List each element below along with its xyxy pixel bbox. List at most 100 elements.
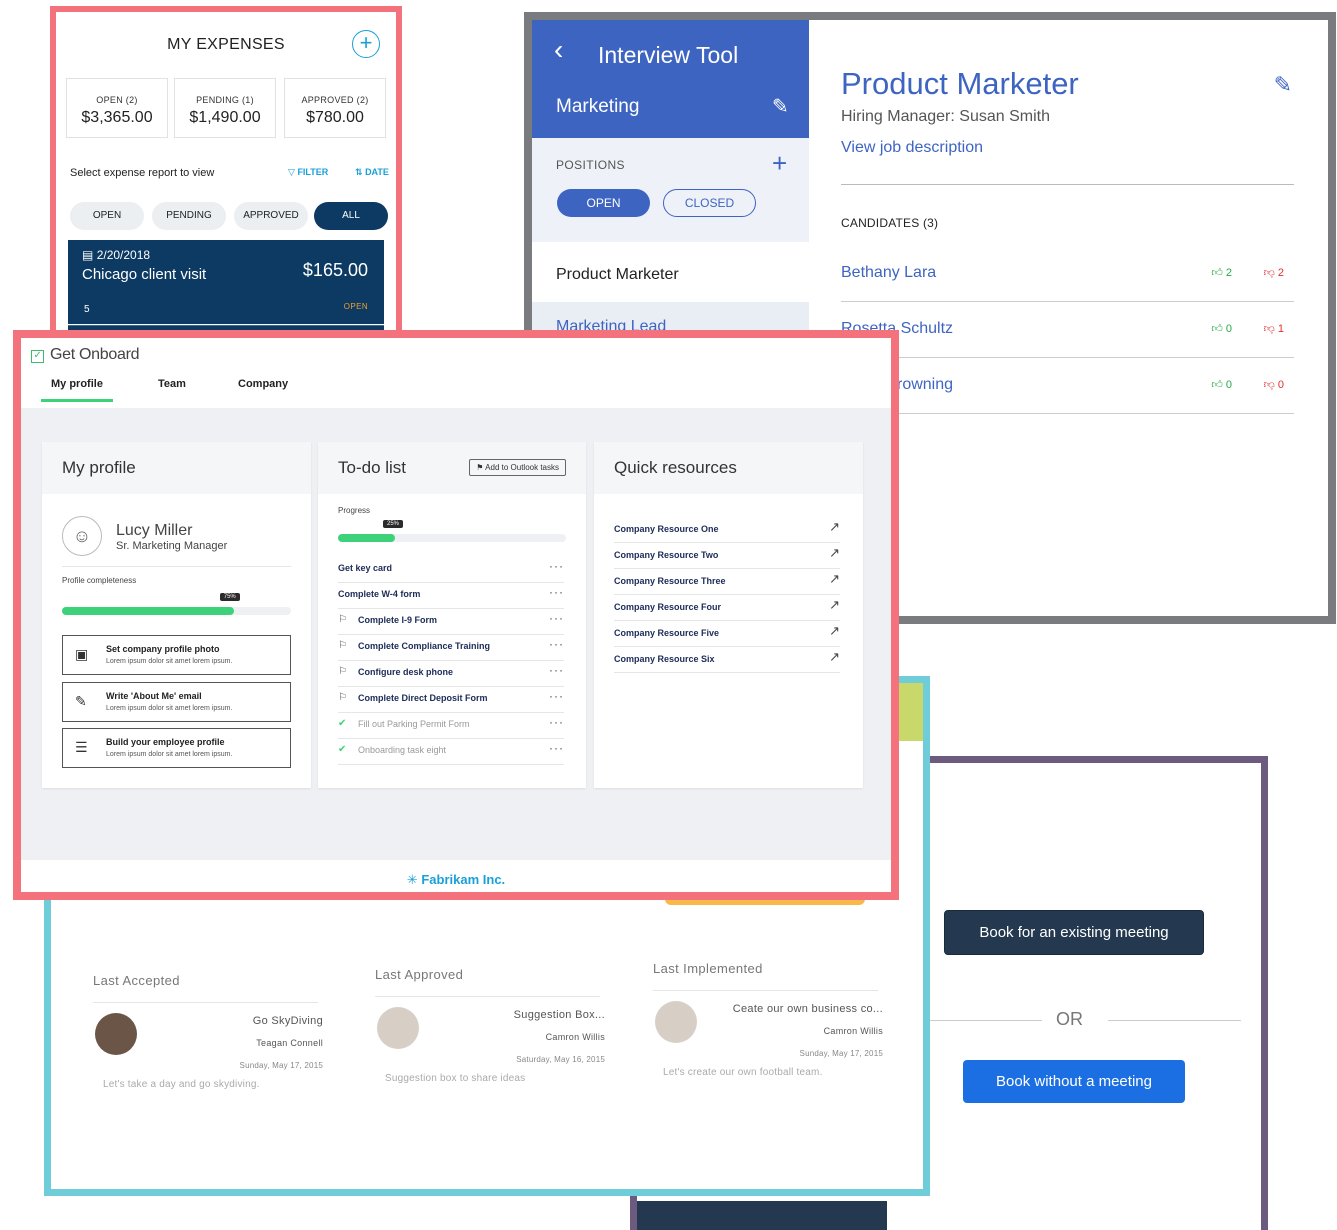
summary-value: $780.00 bbox=[306, 109, 364, 126]
filter-button[interactable]: ▽ FILTER bbox=[288, 167, 328, 178]
set-photo-action[interactable]: ▣ Set company profile photo Lorem ipsum … bbox=[62, 635, 291, 675]
todo-label: Complete I-9 Form bbox=[358, 615, 438, 625]
more-options-icon[interactable]: ··· bbox=[549, 559, 564, 573]
date-sort-button[interactable]: ⇅ DATE bbox=[355, 167, 389, 178]
last-accepted-column: Last Accepted Go SkyDiving Teagan Connel… bbox=[93, 973, 323, 1103]
completeness-label: Profile completeness bbox=[62, 576, 137, 585]
tab-pending[interactable]: PENDING bbox=[152, 202, 226, 230]
pending-summary[interactable]: PENDING (1) $1,490.00 bbox=[174, 78, 276, 138]
todo-item[interactable]: ⚐ Complete Compliance Training ··· bbox=[338, 634, 564, 661]
tab-all[interactable]: ALL bbox=[314, 202, 388, 230]
todo-item[interactable]: Get key card ··· bbox=[338, 556, 564, 583]
last-approved-column: Last Approved Suggestion Box... Camron W… bbox=[375, 967, 605, 1097]
edit-department-icon[interactable]: ✎ bbox=[772, 94, 789, 119]
tab-approved[interactable]: APPROVED bbox=[234, 202, 308, 230]
summary-value: $3,365.00 bbox=[81, 109, 153, 126]
candidate-row[interactable]: Rosetta Schultz 👍︎ 0 👎︎ 1 bbox=[841, 302, 1294, 358]
resource-link[interactable]: Company Resource Four ↗ bbox=[614, 594, 840, 621]
edit-job-icon[interactable]: ✎ bbox=[1274, 72, 1292, 98]
bottom-illustration bbox=[637, 1201, 887, 1230]
job-item-product-marketer[interactable]: Product Marketer bbox=[532, 242, 809, 302]
up-count: 0 bbox=[1225, 323, 1232, 335]
tab-team[interactable]: Team bbox=[158, 378, 186, 390]
check-circle-icon: ✔ bbox=[338, 718, 347, 729]
candidate-name[interactable]: rowning bbox=[897, 376, 953, 394]
build-profile-action[interactable]: ☰ Build your employee profile Lorem ipsu… bbox=[62, 728, 291, 768]
tab-closed[interactable]: CLOSED bbox=[663, 189, 756, 217]
candidate-row[interactable]: Bethany Lara 👍︎ 2 👎︎ 2 bbox=[841, 246, 1294, 302]
app-logo: ✓ Get Onboard bbox=[31, 346, 140, 364]
book-existing-meeting-button[interactable]: Book for an existing meeting bbox=[944, 910, 1204, 955]
column-heading: Last Implemented bbox=[653, 961, 763, 976]
suggestion-author: Camron Willis bbox=[823, 1026, 883, 1036]
profile-list-icon: ☰ bbox=[75, 739, 88, 755]
suggestion-title[interactable]: Suggestion Box... bbox=[514, 1009, 605, 1021]
todo-item[interactable]: ✔ Onboarding task eight ··· bbox=[338, 738, 564, 765]
tab-company[interactable]: Company bbox=[238, 378, 288, 390]
last-implemented-column: Last Implemented Ceate our own business … bbox=[653, 961, 883, 1091]
more-options-icon[interactable]: ··· bbox=[549, 663, 564, 677]
more-options-icon[interactable]: ··· bbox=[549, 741, 564, 755]
divider bbox=[375, 996, 600, 997]
avatar-icon: ☺ bbox=[62, 516, 102, 556]
todo-item[interactable]: ✔ Fill out Parking Permit Form ··· bbox=[338, 712, 564, 739]
expense-report-row[interactable]: ▤ 2/20/2018 Chicago client visit $165.00… bbox=[68, 240, 384, 324]
app-title: Interview Tool bbox=[598, 42, 739, 68]
more-options-icon[interactable]: ··· bbox=[549, 689, 564, 703]
resource-link[interactable]: Company Resource Three ↗ bbox=[614, 568, 840, 595]
todo-label: Complete Direct Deposit Form bbox=[358, 693, 488, 703]
report-date-text: 2/20/2018 bbox=[96, 248, 151, 262]
todo-item[interactable]: Complete W-4 form ··· bbox=[338, 582, 564, 609]
flag-icon: ⚑ bbox=[476, 463, 484, 472]
resource-link[interactable]: Company Resource Six ↗ bbox=[614, 646, 840, 673]
my-profile-panel: My profile ☺ Lucy Miller Sr. Marketing M… bbox=[42, 442, 311, 788]
divider bbox=[93, 1002, 318, 1003]
resource-link[interactable]: Company Resource Two ↗ bbox=[614, 542, 840, 569]
tab-my-profile[interactable]: My profile bbox=[51, 378, 103, 390]
fabrikam-logo-icon: ✳ bbox=[406, 872, 418, 887]
external-link-icon: ↗ bbox=[829, 519, 840, 534]
write-about-me-action[interactable]: ✎ Write 'About Me' email Lorem ipsum dol… bbox=[62, 682, 291, 722]
flag-icon: ⚐ bbox=[338, 666, 347, 677]
back-icon[interactable]: ‹ bbox=[554, 34, 563, 66]
book-without-meeting-button[interactable]: Book without a meeting bbox=[963, 1060, 1185, 1103]
or-divider-right bbox=[1108, 1020, 1241, 1021]
open-summary[interactable]: OPEN (2) $3,365.00 bbox=[66, 78, 168, 138]
candidate-row[interactable]: rowning 👍︎ 0 👎︎ 0 bbox=[841, 358, 1294, 414]
more-options-icon[interactable]: ··· bbox=[549, 715, 564, 729]
down-count: 0 bbox=[1277, 379, 1284, 391]
todo-item[interactable]: ⚐ Configure desk phone ··· bbox=[338, 660, 564, 687]
more-options-icon[interactable]: ··· bbox=[549, 637, 564, 651]
add-position-icon[interactable]: + bbox=[772, 148, 787, 179]
resource-link[interactable]: Company Resource Five ↗ bbox=[614, 620, 840, 647]
suggestion-title[interactable]: Go SkyDiving bbox=[253, 1015, 323, 1027]
tab-open[interactable]: OPEN bbox=[70, 202, 144, 230]
completeness-fill bbox=[62, 607, 234, 615]
suggestion-description: Let's create our own football team. bbox=[663, 1067, 823, 1078]
flag-icon: ⚐ bbox=[338, 614, 347, 625]
add-expense-button[interactable]: + bbox=[352, 30, 380, 58]
or-label: OR bbox=[1056, 1009, 1083, 1029]
thumbs-down-icon: 👎︎ bbox=[1263, 379, 1275, 391]
approved-summary[interactable]: APPROVED (2) $780.00 bbox=[284, 78, 386, 138]
todo-label: Complete W-4 form bbox=[338, 589, 421, 599]
column-heading: Last Accepted bbox=[93, 973, 180, 988]
more-options-icon[interactable]: ··· bbox=[549, 585, 564, 599]
suggestion-title[interactable]: Ceate our own business co... bbox=[733, 1003, 883, 1015]
resource-link[interactable]: Company Resource One ↗ bbox=[614, 516, 840, 543]
tab-open[interactable]: OPEN bbox=[557, 189, 650, 217]
view-job-description-link[interactable]: View job description bbox=[841, 139, 983, 157]
panel-title: Quick resources bbox=[594, 442, 863, 494]
candidate-name[interactable]: Bethany Lara bbox=[841, 264, 936, 282]
outlook-button-label: Add to Outlook tasks bbox=[485, 463, 559, 472]
thumbs-up-icon: 👍︎ bbox=[1211, 323, 1223, 335]
todo-item[interactable]: ⚐ Complete Direct Deposit Form ··· bbox=[338, 686, 564, 713]
progress-fill bbox=[338, 534, 395, 542]
more-options-icon[interactable]: ··· bbox=[549, 611, 564, 625]
action-subtitle: Lorem ipsum dolor sit amet lorem ipsum. bbox=[106, 705, 233, 712]
suggestion-date: Saturday, May 16, 2015 bbox=[516, 1055, 605, 1064]
todo-item[interactable]: ⚐ Complete I-9 Form ··· bbox=[338, 608, 564, 635]
add-to-outlook-button[interactable]: ⚑ Add to Outlook tasks bbox=[469, 459, 566, 476]
thumbs-up-icon: 👍︎ bbox=[1211, 379, 1223, 391]
thumbs-up-count: 👍︎ 0 bbox=[1211, 322, 1232, 335]
